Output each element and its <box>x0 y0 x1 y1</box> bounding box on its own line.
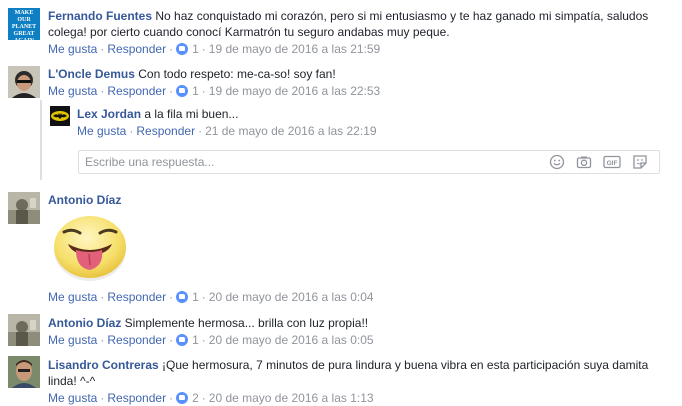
reply-thread-line <box>40 100 42 180</box>
avatar-logo-text: MAKE OURPLANETGREATAGAIN <box>11 10 37 40</box>
separator: · <box>198 124 203 138</box>
separator: · <box>201 290 206 304</box>
comment-author[interactable]: Antonio Díaz <box>48 193 121 207</box>
like-thumb-icon[interactable] <box>176 291 189 303</box>
like-count[interactable]: 1 <box>192 333 199 347</box>
comment-text: Simplemente hermosa... brilla con luz pr… <box>124 316 369 330</box>
separator: · <box>129 124 134 138</box>
svg-text:GIF: GIF <box>607 160 618 167</box>
like-count[interactable]: 1 <box>192 290 199 304</box>
comment-author[interactable]: Fernando Fuentes <box>48 9 152 23</box>
comment-author[interactable]: Lex Jordan <box>77 107 141 121</box>
reply-composer: GIF <box>78 150 660 174</box>
reply-button[interactable]: Responder <box>107 84 166 98</box>
separator: · <box>169 391 174 405</box>
like-button[interactable]: Me gusta <box>48 290 97 304</box>
like-button[interactable]: Me gusta <box>48 333 97 347</box>
timestamp[interactable]: 19 de mayo de 2016 a las 22:53 <box>209 84 380 98</box>
avatar[interactable] <box>8 356 40 388</box>
like-thumb-icon[interactable] <box>176 334 189 346</box>
reply-button[interactable]: Responder <box>107 333 166 347</box>
timestamp[interactable]: 20 de mayo de 2016 a las 1:13 <box>209 391 374 405</box>
reply-button[interactable]: Responder <box>107 42 166 56</box>
avatar-photo <box>8 66 40 98</box>
timestamp[interactable]: 20 de mayo de 2016 a las 0:05 <box>209 333 374 347</box>
avatar[interactable] <box>8 66 40 98</box>
comment-author[interactable]: Lisandro Contreras <box>48 358 159 372</box>
camera-icon[interactable] <box>576 154 592 170</box>
like-count[interactable]: 2 <box>192 391 199 405</box>
comment-text: Con todo respeto: me-ca-so! soy fan! <box>138 67 336 81</box>
avatar[interactable] <box>50 106 70 126</box>
smiley-icon[interactable] <box>549 154 565 170</box>
like-button[interactable]: Me gusta <box>77 124 126 138</box>
avatar-photo <box>8 192 40 224</box>
separator: · <box>201 84 206 98</box>
timestamp[interactable]: 20 de mayo de 2016 a las 0:04 <box>209 290 374 304</box>
avatar[interactable] <box>8 192 40 224</box>
separator: · <box>100 84 105 98</box>
separator: · <box>100 333 105 347</box>
reply-button[interactable]: Responder <box>136 124 195 138</box>
separator: · <box>100 290 105 304</box>
reply-input[interactable] <box>85 151 525 173</box>
avatar-batman-logo <box>50 106 70 126</box>
timestamp[interactable]: 21 de mayo de 2016 a las 22:19 <box>205 124 376 138</box>
avatar[interactable]: MAKE OURPLANETGREATAGAIN <box>8 8 40 40</box>
separator: · <box>100 391 105 405</box>
sticker-icon[interactable] <box>632 154 648 170</box>
like-thumb-icon[interactable] <box>176 392 189 404</box>
gif-icon[interactable]: GIF <box>603 154 621 170</box>
separator: · <box>169 290 174 304</box>
avatar-photo <box>8 314 40 346</box>
comment-author[interactable]: Antonio Díaz <box>48 316 121 330</box>
like-count[interactable]: 1 <box>192 42 199 56</box>
reply-button[interactable]: Responder <box>107 290 166 304</box>
separator: · <box>169 333 174 347</box>
avatar-photo <box>8 356 40 388</box>
like-thumb-icon[interactable] <box>176 85 189 97</box>
separator: · <box>201 333 206 347</box>
like-count[interactable]: 1 <box>192 84 199 98</box>
avatar[interactable] <box>8 314 40 346</box>
like-button[interactable]: Me gusta <box>48 84 97 98</box>
tongue-out-sticker-icon <box>54 216 126 281</box>
comment-author[interactable]: L'Oncle Demus <box>48 67 135 81</box>
like-thumb-icon[interactable] <box>176 43 189 55</box>
separator: · <box>169 84 174 98</box>
separator: · <box>169 42 174 56</box>
like-button[interactable]: Me gusta <box>48 42 97 56</box>
reply-button[interactable]: Responder <box>107 391 166 405</box>
timestamp[interactable]: 19 de mayo de 2016 a las 21:59 <box>209 42 380 56</box>
comment-text: a la fila mi buen... <box>144 107 239 121</box>
separator: · <box>100 42 105 56</box>
like-button[interactable]: Me gusta <box>48 391 97 405</box>
separator: · <box>201 391 206 405</box>
separator: · <box>201 42 206 56</box>
